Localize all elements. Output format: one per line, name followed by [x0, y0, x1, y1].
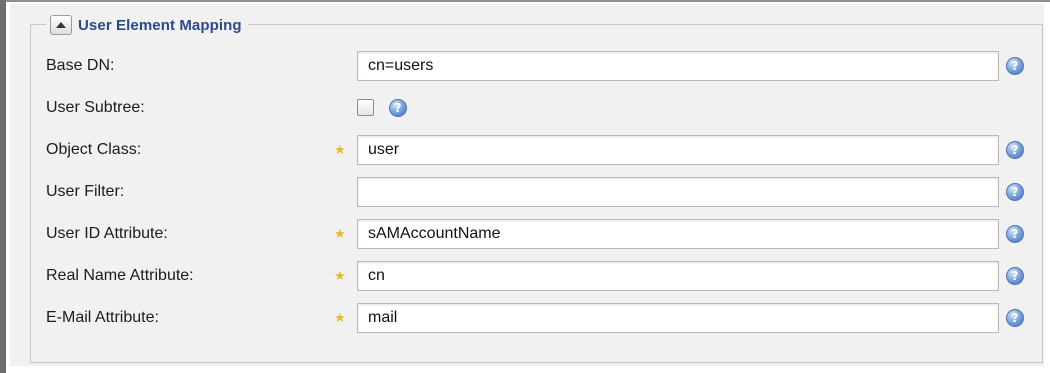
user-filter-input[interactable]: [357, 177, 999, 207]
base-dn-input[interactable]: cn=users: [357, 51, 999, 81]
group-title: User Element Mapping: [78, 16, 242, 34]
real-name-attribute-input[interactable]: cn: [357, 261, 999, 291]
required-star-icon: ★: [334, 142, 346, 157]
user-element-mapping-group: User Element Mapping Base DN: cn=users ?…: [30, 14, 1044, 363]
required-star-icon: ★: [334, 310, 346, 325]
user-id-attribute-label: User ID Attribute:: [46, 225, 168, 242]
help-icon[interactable]: ?: [1006, 57, 1024, 75]
real-name-attribute-label: Real Name Attribute:: [46, 267, 194, 284]
user-id-attribute-input[interactable]: sAMAccountName: [357, 219, 999, 249]
help-icon[interactable]: ?: [1006, 183, 1024, 201]
help-icon[interactable]: ?: [389, 99, 407, 117]
help-icon[interactable]: ?: [1006, 309, 1024, 327]
object-class-label: Object Class:: [46, 141, 142, 158]
user-subtree-label: User Subtree:: [46, 99, 145, 116]
row-object-class: Object Class: ★ user ?: [31, 132, 1044, 168]
row-real-name-attribute: Real Name Attribute: ★ cn ?: [31, 258, 1044, 294]
help-icon[interactable]: ?: [1006, 267, 1024, 285]
row-user-filter: User Filter: ?: [31, 174, 1044, 210]
required-star-icon: ★: [334, 226, 346, 241]
email-attribute-input[interactable]: mail: [357, 303, 999, 333]
email-attribute-label: E-Mail Attribute:: [46, 309, 159, 326]
user-subtree-checkbox[interactable]: [357, 99, 374, 116]
triangle-up-icon: [56, 22, 66, 28]
user-filter-label: User Filter:: [46, 183, 125, 200]
collapse-button[interactable]: [50, 15, 72, 35]
help-icon[interactable]: ?: [1006, 225, 1024, 243]
row-email-attribute: E-Mail Attribute: ★ mail ?: [31, 300, 1044, 336]
window-left-border: [0, 0, 6, 373]
group-legend: User Element Mapping: [46, 14, 248, 36]
base-dn-label: Base DN:: [46, 57, 115, 74]
window-top-border: [0, 0, 1050, 2]
help-icon[interactable]: ?: [1006, 141, 1024, 159]
row-base-dn: Base DN: cn=users ?: [31, 48, 1044, 84]
required-star-icon: ★: [334, 268, 346, 283]
row-user-subtree: User Subtree: ?: [31, 90, 1044, 126]
settings-panel: User Element Mapping Base DN: cn=users ?…: [10, 4, 1044, 366]
row-user-id-attribute: User ID Attribute: ★ sAMAccountName ?: [31, 216, 1044, 252]
object-class-input[interactable]: user: [357, 135, 999, 165]
